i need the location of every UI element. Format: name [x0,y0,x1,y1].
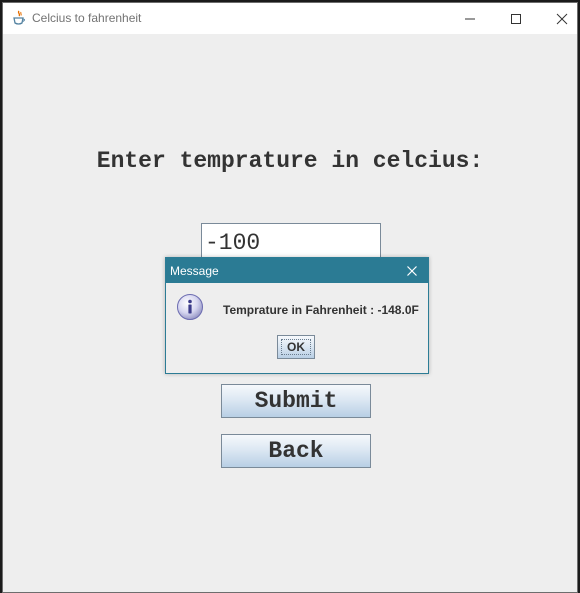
maximize-icon [511,14,521,24]
minimize-icon [465,18,475,20]
app-window: Celcius to fahrenheit Enter temprature i… [2,2,578,593]
close-icon [407,266,417,276]
message-dialog: Message Temprature in Fahrenheit: -148.… [165,257,429,374]
prompt-label: Enter temprature in celcius: [96,148,484,174]
ok-button-label: OK [281,339,311,355]
minimize-button[interactable] [447,3,493,34]
dialog-titlebar[interactable]: Message [166,258,428,283]
window-title: Celcius to fahrenheit [32,11,142,25]
dialog-title: Message [170,264,219,278]
dialog-close-button[interactable] [402,262,422,279]
submit-button[interactable]: Submit [221,384,371,418]
info-icon [176,293,204,321]
ok-button[interactable]: OK [277,335,315,359]
close-icon [556,13,568,25]
window-titlebar[interactable]: Celcius to fahrenheit [3,3,577,34]
celsius-input[interactable]: -100 [201,223,381,258]
close-window-button[interactable] [539,3,580,34]
java-coffee-icon [11,10,27,26]
back-button[interactable]: Back [221,434,371,468]
dialog-message: Temprature in Fahrenheit : -148.0F [223,303,419,317]
maximize-button[interactable] [493,3,539,34]
